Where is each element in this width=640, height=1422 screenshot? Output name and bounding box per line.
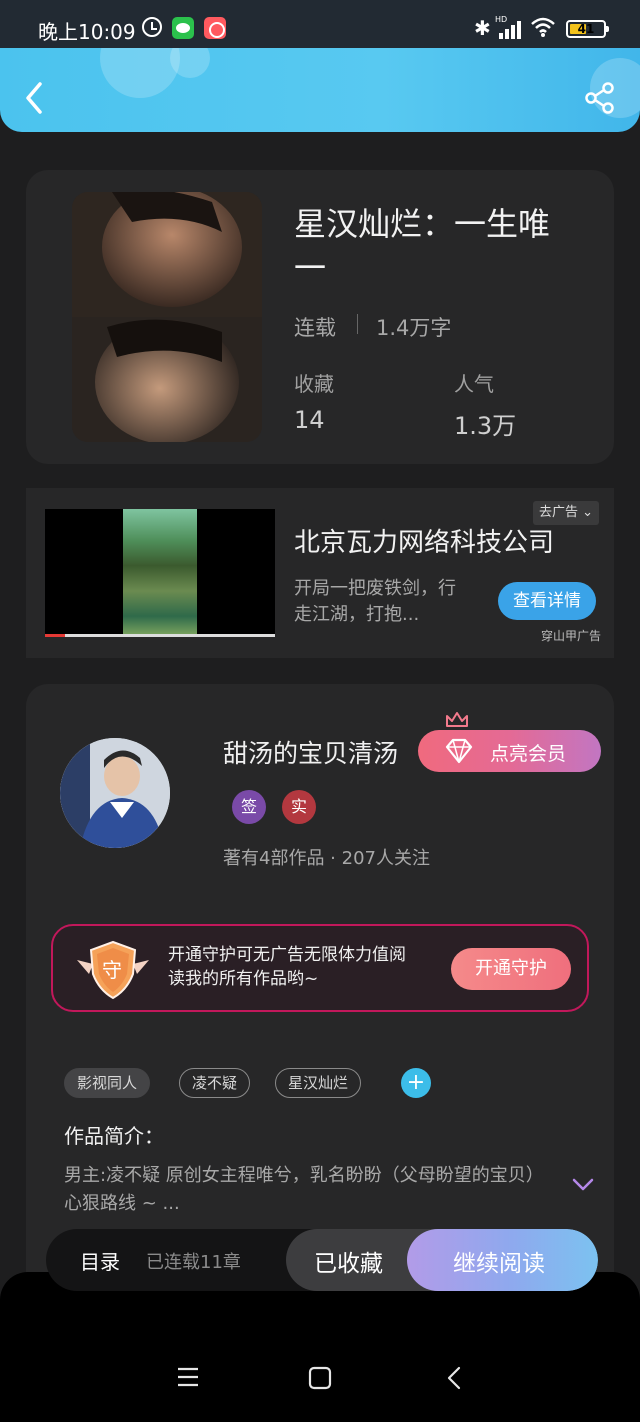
popularity-value: 1.3万 xyxy=(454,412,517,440)
author-avatar[interactable] xyxy=(60,738,170,848)
avatar-image xyxy=(60,738,170,848)
book-status: 连载 xyxy=(294,316,336,340)
chevron-down-icon[interactable] xyxy=(572,1178,594,1192)
battery-icon: 41 xyxy=(566,20,609,38)
decor-bubble xyxy=(100,48,180,98)
verified-badge: 实 xyxy=(282,790,316,824)
tag-item[interactable]: 凌不疑 xyxy=(179,1068,251,1098)
crown-icon xyxy=(446,712,468,727)
ad-details-button[interactable]: 查看详情 xyxy=(498,582,596,620)
guard-shield-label: 守 xyxy=(102,958,122,982)
tag-item[interactable]: 影视同人 xyxy=(64,1068,151,1098)
chevron-left-icon xyxy=(26,82,42,114)
open-guard-button[interactable]: 开通守护 xyxy=(451,948,571,990)
book-word-count: 1.4万字 xyxy=(376,316,452,340)
guard-text: 开通守护可无广告无限体力值阅读我的所有作品哟~ xyxy=(168,945,406,989)
home-icon[interactable] xyxy=(308,1366,332,1390)
favorited-label: 已收藏 xyxy=(314,1251,383,1277)
favorites-label: 收藏 xyxy=(294,372,334,396)
toc-button[interactable]: 目录 xyxy=(80,1246,120,1275)
share-button[interactable] xyxy=(582,80,618,116)
status-bar: 晚上10:09 ✱ HD 41 xyxy=(0,0,640,52)
diamond-icon xyxy=(445,738,473,764)
status-time: 晚上10:09 xyxy=(38,20,136,44)
favorites-value: 14 xyxy=(294,406,325,434)
alarm-icon xyxy=(142,17,162,37)
author-meta: 著有4部作品 · 207人关注 xyxy=(223,848,430,869)
ad-video[interactable] xyxy=(45,509,275,637)
author-name: 甜汤的宝贝清汤 xyxy=(223,739,399,768)
ad-title: 北京瓦力网络科技公司 xyxy=(294,528,555,558)
ad-video-progress xyxy=(45,634,275,637)
share-icon xyxy=(585,82,614,114)
intro-text: 男主:凌不疑 原创女主程唯兮，乳名盼盼（父母盼望的宝贝）心狠路线 ~ ... xyxy=(64,1165,544,1214)
bottom-action-bar: 目录 已连载11章 已收藏 继续阅读 xyxy=(46,1229,598,1291)
chapter-count: 已连载11章 xyxy=(146,1252,241,1273)
hd-label: HD xyxy=(495,15,508,24)
author-card: 甜汤的宝贝清汤 点亮会员 签 实 著有4部作品 · 207人关注 守 开通守护可… xyxy=(26,684,614,1304)
book-cover[interactable] xyxy=(72,192,262,442)
top-header xyxy=(0,48,640,132)
nav-back-icon[interactable] xyxy=(444,1366,464,1390)
continue-reading-label: 继续阅读 xyxy=(453,1251,545,1277)
tag-item[interactable]: 星汉灿烂 xyxy=(275,1068,362,1098)
wechat-icon xyxy=(172,17,194,39)
signed-badge: 签 xyxy=(232,790,266,824)
back-button[interactable] xyxy=(20,78,50,118)
intro-title: 作品简介： xyxy=(64,1124,164,1148)
battery-level: 41 xyxy=(577,22,595,36)
guard-promo[interactable]: 守 开通守护可无广告无限体力值阅读我的所有作品哟~ 开通守护 xyxy=(51,924,589,1012)
divider xyxy=(357,314,358,334)
wifi-icon xyxy=(530,16,556,38)
book-title: 星汉灿烂：一生唯一 xyxy=(294,205,551,287)
signal-icon: HD xyxy=(495,15,523,39)
ad-source-label: 穿山甲广告 xyxy=(541,629,602,643)
continue-reading-button[interactable]: 继续阅读 xyxy=(407,1229,598,1291)
popularity-label: 人气 xyxy=(454,372,494,396)
vip-button[interactable]: 点亮会员 xyxy=(418,730,601,772)
screen: 晚上10:09 ✱ HD 41 星汉灿烂：一生唯一 连载 1.4万字 收藏 14… xyxy=(0,0,640,1422)
ad-video-frame xyxy=(123,509,197,635)
book-info-card: 星汉灿烂：一生唯一 连载 1.4万字 收藏 14 人气 1.3万 xyxy=(26,170,614,464)
ad-description: 开局一把废铁剑，行走江湖，打抱... xyxy=(294,578,456,625)
ad-banner[interactable]: 去广告 ⌄ 北京瓦力网络科技公司 开局一把废铁剑，行走江湖，打抱... 查看详情… xyxy=(26,488,614,658)
system-nav-bar xyxy=(0,1272,640,1422)
bluetooth-icon: ✱ xyxy=(474,16,491,40)
add-tag-button[interactable]: + xyxy=(401,1068,431,1098)
app-notification-icon xyxy=(204,17,226,39)
vip-button-label: 点亮会员 xyxy=(490,743,567,765)
menu-icon[interactable] xyxy=(176,1366,200,1388)
book-cover-image xyxy=(72,192,262,442)
